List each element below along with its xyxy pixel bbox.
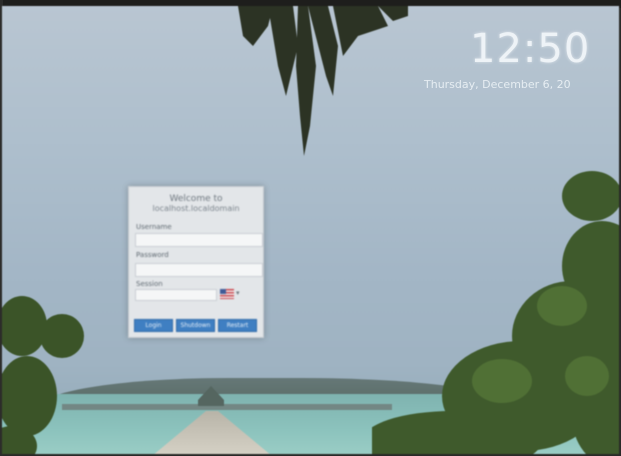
hostname-label: localhost.localdomain: [152, 204, 240, 213]
restart-button[interactable]: Restart: [218, 319, 257, 332]
lock-clock: 12:50: [470, 26, 591, 72]
palm-leaves: [238, 6, 408, 156]
login-dialog: Welcome to localhost.localdomain Usernam…: [128, 186, 264, 338]
session-label: Session: [136, 280, 163, 288]
welcome-title: Welcome to: [169, 194, 223, 204]
chevron-down-icon[interactable]: ▾: [236, 289, 240, 297]
water-bungalow-bridge: [62, 404, 392, 410]
session-select[interactable]: [135, 289, 217, 301]
lock-date: Thursday, December 6, 20: [424, 78, 571, 91]
username-label: Username: [136, 223, 172, 231]
tree-foliage-right: [372, 171, 619, 454]
tree-foliage-left: [2, 296, 84, 454]
login-button[interactable]: Login: [134, 319, 173, 332]
password-label: Password: [136, 251, 169, 259]
username-field[interactable]: [135, 233, 263, 247]
password-field[interactable]: [135, 263, 263, 277]
shutdown-button[interactable]: Shutdown: [176, 319, 215, 332]
lock-screen-background: [2, 6, 619, 454]
us-flag-icon[interactable]: [220, 289, 234, 299]
